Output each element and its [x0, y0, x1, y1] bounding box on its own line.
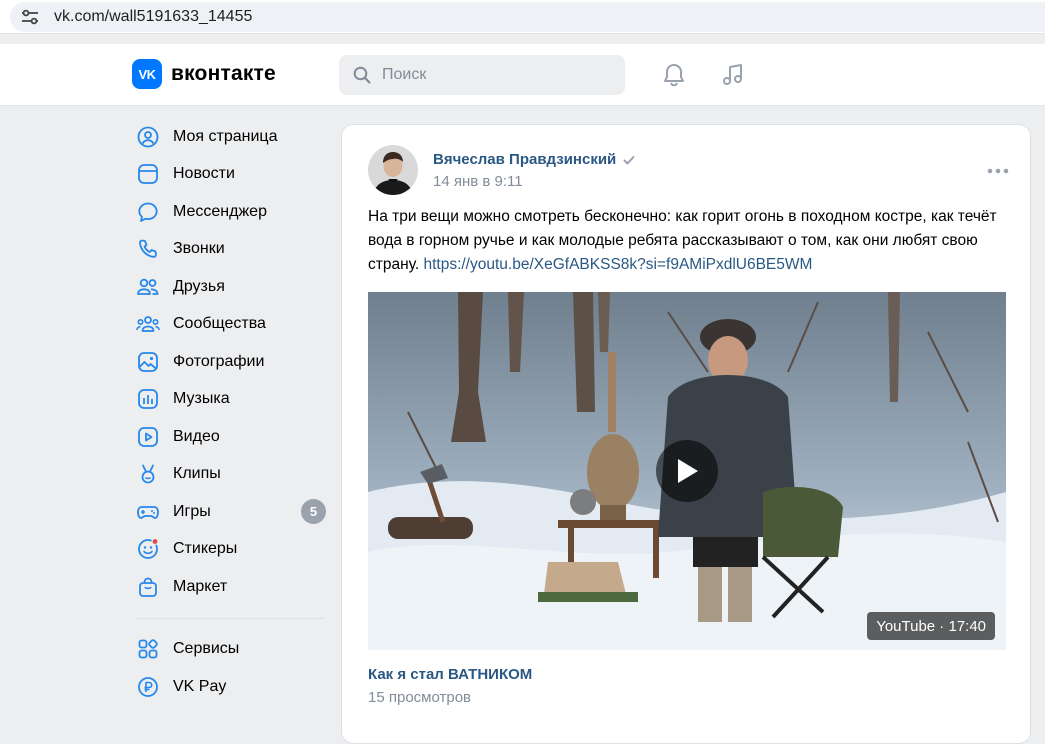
- sidebar-item-label: Маркет: [173, 577, 228, 595]
- sidebar-item-stickers[interactable]: Стикеры: [132, 531, 332, 569]
- sidebar-item-label: VK Pay: [173, 677, 227, 695]
- tune-icon[interactable]: [20, 7, 40, 27]
- author-name-link[interactable]: Вячеслав Правдзинский: [433, 151, 616, 168]
- post-text: На три вещи можно смотреть бесконечно: к…: [368, 205, 1008, 277]
- vk-logo[interactable]: VK вконтакте: [132, 59, 276, 89]
- search-box[interactable]: [339, 55, 625, 95]
- sidebar-item-label: Видео: [173, 427, 220, 445]
- wall-post: Вячеслав Правдзинский 14 янв в 9:11 На т…: [341, 124, 1031, 744]
- url-text: vk.com/wall5191633_14455: [54, 8, 253, 25]
- sidebar-item-communities[interactable]: Сообщества: [132, 306, 332, 344]
- search-icon: [353, 66, 371, 84]
- sidebar-item-calls[interactable]: Звонки: [132, 231, 332, 269]
- sidebar-item-photos[interactable]: Фотографии: [132, 343, 332, 381]
- music-icon: [136, 387, 160, 411]
- gamepad-icon: [136, 500, 160, 524]
- url-field[interactable]: vk.com/wall5191633_14455: [10, 2, 1045, 32]
- video-player[interactable]: YouTube · 17:40: [368, 292, 1006, 650]
- sidebar-item-label: Мессенджер: [173, 202, 267, 220]
- communities-icon: [136, 312, 160, 336]
- stickers-icon: [136, 537, 160, 561]
- sidebar-item-vkpay[interactable]: VK Pay: [132, 668, 332, 706]
- browser-address-bar: vk.com/wall5191633_14455: [0, 0, 1045, 34]
- music-note-icon[interactable]: [718, 60, 748, 90]
- sidebar-item-label: Фотографии: [173, 352, 265, 370]
- clips-icon: [136, 462, 160, 486]
- sidebar-item-friends[interactable]: Друзья: [132, 268, 332, 306]
- avatar[interactable]: [368, 145, 418, 195]
- post-author: Вячеслав Правдзинский: [433, 151, 636, 168]
- sidebar-item-label: Клипы: [173, 465, 221, 483]
- market-bag-icon: [136, 575, 160, 599]
- vk-header: VK вконтакте: [0, 44, 1045, 106]
- post-date[interactable]: 14 янв в 9:11: [433, 173, 523, 190]
- video-duration-badge: YouTube · 17:40: [867, 612, 995, 640]
- sidebar-item-my-page[interactable]: Моя страница: [132, 118, 332, 156]
- vkpay-icon: [136, 675, 160, 699]
- sidebar-item-music[interactable]: Музыка: [132, 381, 332, 419]
- sidebar-item-label: Звонки: [173, 240, 225, 258]
- sidebar-item-label: Игры: [173, 502, 211, 520]
- sidebar-item-clips[interactable]: Клипы: [132, 456, 332, 494]
- sidebar-item-label: Друзья: [173, 277, 225, 295]
- photos-icon: [136, 350, 160, 374]
- vk-logo-text: вконтакте: [171, 62, 276, 85]
- news-icon: [136, 162, 160, 186]
- sidebar-item-services[interactable]: Сервисы: [132, 631, 332, 669]
- play-icon: [678, 459, 698, 483]
- sidebar-item-messenger[interactable]: Мессенджер: [132, 193, 332, 231]
- play-button[interactable]: [656, 440, 718, 502]
- sidebar-item-label: Новости: [173, 165, 235, 183]
- sidebar-item-label: Сообщества: [173, 315, 266, 333]
- phone-icon: [136, 237, 160, 261]
- more-options-icon[interactable]: [986, 161, 1010, 181]
- verified-check-icon: [623, 155, 635, 164]
- search-input[interactable]: [382, 66, 602, 84]
- sidebar-item-video[interactable]: Видео: [132, 418, 332, 456]
- user-circle-icon: [136, 125, 160, 149]
- vk-logo-badge: VK: [132, 59, 162, 89]
- sidebar-item-label: Музыка: [173, 390, 230, 408]
- bell-icon[interactable]: [659, 60, 689, 90]
- post-youtube-link[interactable]: https://youtu.be/XeGfABKSS8k?si=f9AMiPxd…: [423, 256, 812, 273]
- sidebar-item-news[interactable]: Новости: [132, 156, 332, 194]
- sidebar-item-label: Моя страница: [173, 127, 278, 145]
- sidebar-item-label: Сервисы: [173, 640, 240, 658]
- video-title-link[interactable]: Как я стал ВАТНИКОМ: [368, 666, 532, 683]
- sidebar-item-market[interactable]: Маркет: [132, 568, 332, 606]
- games-count-badge: 5: [301, 499, 326, 525]
- sidebar-item-games[interactable]: Игры 5: [132, 493, 332, 531]
- sidebar-item-label: Стикеры: [173, 540, 238, 558]
- left-sidebar: Моя страница Новости Мессенджер Звонки Д…: [132, 118, 332, 706]
- services-grid-icon: [136, 637, 160, 661]
- video-icon: [136, 425, 160, 449]
- sidebar-divider: [136, 617, 324, 619]
- friends-icon: [136, 275, 160, 299]
- message-icon: [136, 200, 160, 224]
- video-views: 15 просмотров: [368, 689, 472, 706]
